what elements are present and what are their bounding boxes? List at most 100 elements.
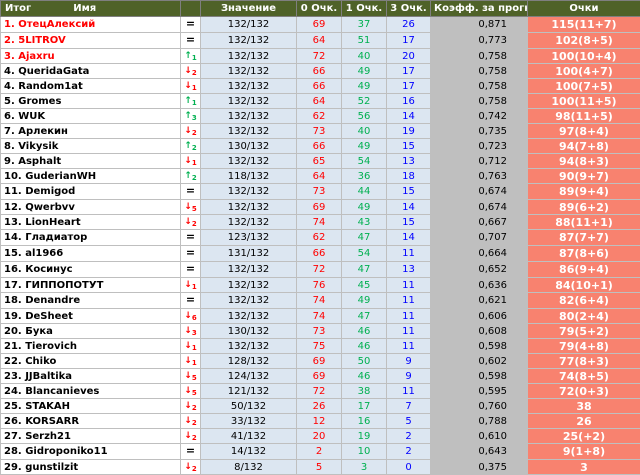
player-name[interactable]: 10. GuderianWH (0, 168, 181, 184)
player-name[interactable]: 16. Косинус (0, 261, 181, 278)
player-name[interactable]: 19. DeSheet (0, 308, 181, 324)
zero-points-cell: 69 (296, 353, 342, 369)
table-row: 6. WUK ↑3 132/132 62 56 14 0,742 98(11+5) (0, 108, 640, 124)
player-name[interactable]: 4. Random1at (0, 78, 181, 94)
points-cell: 115(11+7) (527, 16, 640, 33)
equal-icon: = (185, 293, 196, 307)
one-point-cell: 43 (341, 214, 387, 230)
koef-cell: 0,674 (430, 183, 528, 200)
koef-cell: 0,758 (430, 48, 528, 64)
three-points-cell: 11 (386, 323, 431, 339)
player-name[interactable]: 5. Gromes (0, 93, 181, 109)
header-koef[interactable]: Коэфф. за прогноз (430, 0, 528, 17)
arrow-down-icon: ↓ (184, 201, 192, 212)
header-itog-name[interactable]: Итог Имя (0, 0, 181, 17)
table-row: 2. 5LITROV = 132/132 64 51 17 0,773 102(8+5) (0, 32, 640, 49)
points-cell: 3 (527, 459, 640, 475)
header-points[interactable]: Очки (527, 0, 640, 17)
player-name[interactable]: 24. Blancanieves (0, 383, 181, 399)
rank-change-count: 1 (191, 53, 197, 62)
points-cell: 74(8+5) (527, 368, 640, 384)
player-name[interactable]: 1. ОтецАлексий (0, 16, 181, 33)
value-cell: 132/132 (200, 338, 297, 354)
player-name[interactable]: 12. Qwerbvv (0, 199, 181, 215)
rank-change-count: 2 (191, 143, 197, 152)
koef-cell: 0,763 (430, 168, 528, 184)
player-name[interactable]: 14. Гладиатор (0, 229, 181, 246)
zero-points-cell: 69 (296, 199, 342, 215)
arrow-down-icon: ↓ (184, 325, 192, 336)
rank-change: ↓2 (180, 398, 201, 414)
value-cell: 41/132 (200, 428, 297, 444)
player-name[interactable]: 23. JJBaltika (0, 368, 181, 384)
koef-cell: 0,773 (430, 32, 528, 49)
value-cell: 132/132 (200, 63, 297, 79)
player-name[interactable]: 6. WUK (0, 108, 181, 124)
points-cell: 90(9+7) (527, 168, 640, 184)
points-cell: 82(6+4) (527, 292, 640, 309)
table-row: 29. gunstilzit ↓2 8/132 5 3 0 0,375 3 (0, 459, 640, 475)
player-name[interactable]: 18. Denandre (0, 292, 181, 309)
value-cell: 132/132 (200, 183, 297, 200)
one-point-cell: 36 (341, 168, 387, 184)
header-itog: Итог (5, 2, 32, 14)
points-cell: 38 (527, 398, 640, 414)
header-one-point[interactable]: 1 Очк. (341, 0, 387, 17)
player-name[interactable]: 25. STAKAH (0, 398, 181, 414)
player-name[interactable]: 4. QueridaGata (0, 63, 181, 79)
rank-change-count: 1 (191, 83, 197, 92)
equal-icon: = (185, 444, 196, 458)
three-points-cell: 15 (386, 183, 431, 200)
player-name[interactable]: 26. KORSARR (0, 413, 181, 429)
player-name[interactable]: 3. Ajaxru (0, 48, 181, 64)
player-name[interactable]: 7. Арлекин (0, 123, 181, 139)
rank-change: = (180, 32, 201, 49)
three-points-cell: 16 (386, 93, 431, 109)
value-cell: 132/132 (200, 93, 297, 109)
zero-points-cell: 72 (296, 48, 342, 64)
table-row: 3. Ajaxru ↑1 132/132 72 40 20 0,758 100(10+4) (0, 48, 640, 64)
rank-change: ↓5 (180, 199, 201, 215)
koef-cell: 0,871 (430, 16, 528, 33)
one-point-cell: 46 (341, 338, 387, 354)
standings-table: Итог Имя Значение 0 Очк. 1 Очк. 3 Очк. Ко… (0, 0, 640, 475)
rank-change-count: 2 (191, 68, 197, 77)
player-name[interactable]: 29. gunstilzit (0, 459, 181, 475)
player-name[interactable]: 17. ГИППОПОТУТ (0, 277, 181, 293)
player-name[interactable]: 11. Demigod (0, 183, 181, 200)
one-point-cell: 46 (341, 368, 387, 384)
player-name[interactable]: 9. Asphalt (0, 153, 181, 169)
player-name[interactable]: 22. Chiko (0, 353, 181, 369)
one-point-cell: 49 (341, 63, 387, 79)
rank-change: ↑1 (180, 93, 201, 109)
zero-points-cell: 66 (296, 63, 342, 79)
zero-points-cell: 64 (296, 93, 342, 109)
rank-change-count: 2 (191, 464, 197, 473)
player-name[interactable]: 2. 5LITROV (0, 32, 181, 49)
header-value[interactable]: Значение (200, 0, 297, 17)
one-point-cell: 37 (341, 16, 387, 33)
rank-change: ↓2 (180, 459, 201, 475)
three-points-cell: 11 (386, 277, 431, 293)
koef-cell: 0,598 (430, 368, 528, 384)
player-name[interactable]: 20. Бука (0, 323, 181, 339)
points-cell: 77(8+3) (527, 353, 640, 369)
player-name[interactable]: 28. Gidroponiko11 (0, 443, 181, 460)
three-points-cell: 11 (386, 245, 431, 262)
koef-cell: 0,375 (430, 459, 528, 475)
player-name[interactable]: 8. Vikysik (0, 138, 181, 154)
zero-points-cell: 69 (296, 16, 342, 33)
player-name[interactable]: 27. Serzh21 (0, 428, 181, 444)
header-zero-points[interactable]: 0 Очк. (296, 0, 342, 17)
header-three-points[interactable]: 3 Очк. (386, 0, 431, 17)
rank-change-count: 1 (191, 98, 197, 107)
player-name[interactable]: 15. al1966 (0, 245, 181, 262)
header-movement[interactable] (180, 0, 201, 17)
player-name[interactable]: 13. LionHeart (0, 214, 181, 230)
points-cell: 89(6+2) (527, 199, 640, 215)
points-cell: 100(4+7) (527, 63, 640, 79)
one-point-cell: 49 (341, 78, 387, 94)
table-row: 11. Demigod = 132/132 73 44 15 0,674 89(9+4) (0, 183, 640, 200)
player-name[interactable]: 21. Tierovich (0, 338, 181, 354)
one-point-cell: 16 (341, 413, 387, 429)
